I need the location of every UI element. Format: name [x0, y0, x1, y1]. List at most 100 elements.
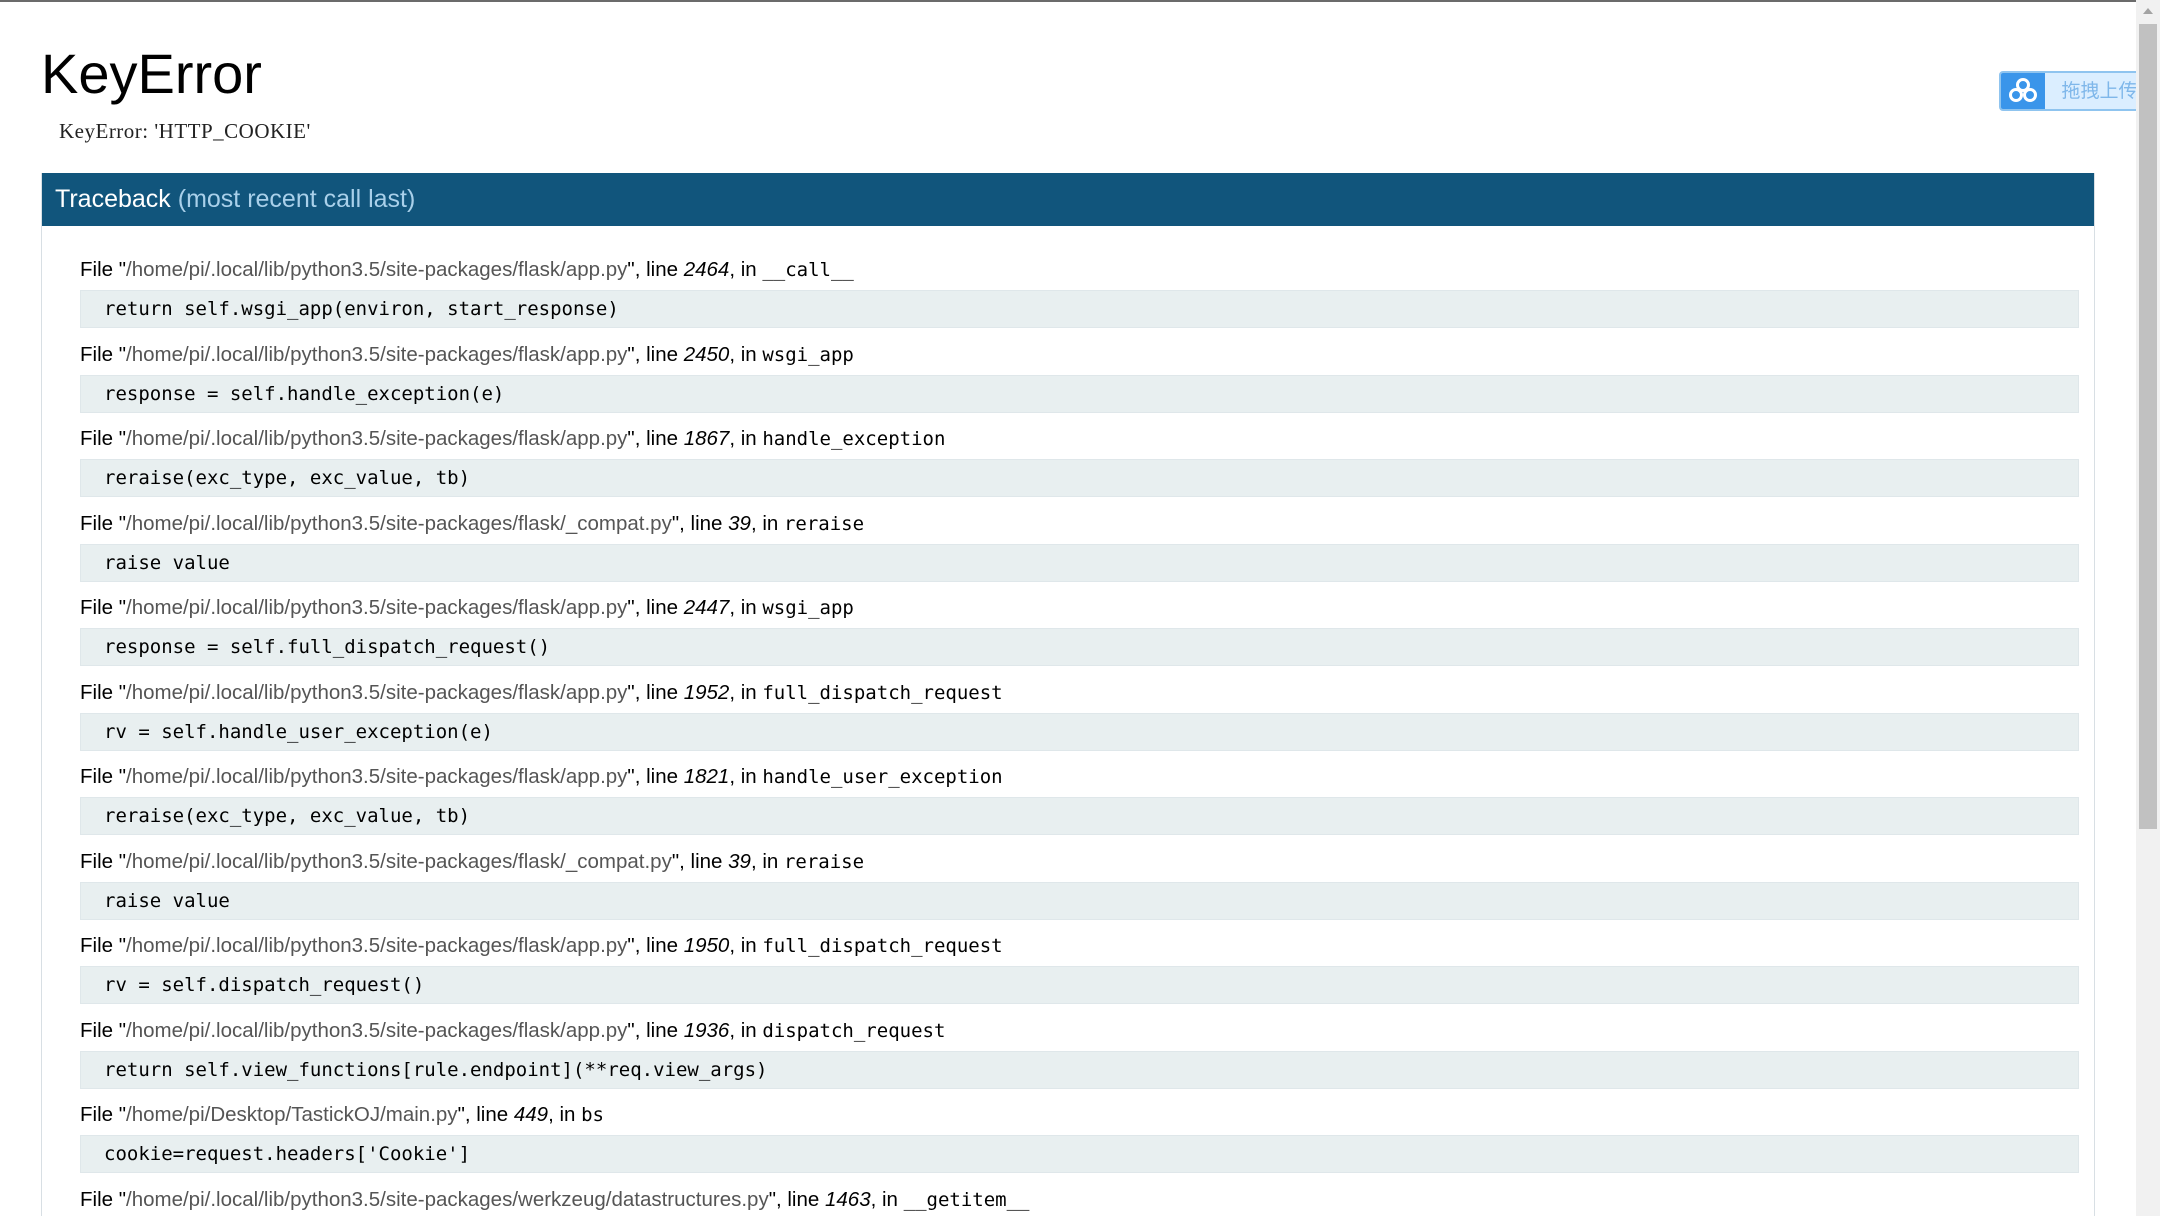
frame-code-line[interactable]: rv = self.handle_user_exception(e)	[80, 712, 2079, 751]
error-message: KeyError: 'HTTP_COOKIE'	[59, 119, 311, 143]
scroll-up-arrow-icon[interactable]	[2143, 8, 2153, 14]
quote-close: "	[627, 765, 635, 788]
frame-line-number: 39	[728, 511, 751, 535]
frame-file-path[interactable]: /home/pi/.local/lib/python3.5/site-packa…	[126, 850, 672, 873]
frame-location: File "/home/pi/.local/lib/python3.5/site…	[80, 759, 2079, 795]
frame-line-number: 1950	[683, 934, 730, 957]
quote-open: "	[118, 765, 127, 788]
frame-function-name: handle_user_exception	[762, 766, 1003, 788]
line-word: , line	[464, 1103, 514, 1126]
in-word: , in	[729, 1018, 763, 1042]
frame-function-name: full_dispatch_request	[762, 935, 1003, 957]
frame-location: File "/home/pi/.local/lib/python3.5/site…	[80, 844, 2079, 880]
frame-location: File "/home/pi/.local/lib/python3.5/site…	[80, 337, 2079, 373]
frame-file-path[interactable]: /home/pi/.local/lib/python3.5/site-packa…	[126, 1019, 627, 1042]
traceback-frame: File "/home/pi/.local/lib/python3.5/site…	[80, 337, 2079, 422]
quote-close: "	[627, 680, 635, 704]
frame-code-line[interactable]: response = self.handle_exception(e)	[80, 374, 2079, 413]
frame-line-number: 39	[728, 849, 751, 873]
frame-file-path[interactable]: /home/pi/.local/lib/python3.5/site-packa…	[126, 934, 627, 957]
line-word: , line	[679, 511, 729, 535]
frame-file-path[interactable]: /home/pi/.local/lib/python3.5/site-packa…	[126, 427, 627, 450]
frame-file-path[interactable]: /home/pi/.local/lib/python3.5/site-packa…	[126, 258, 627, 281]
frame-code-line[interactable]: response = self.full_dispatch_request()	[80, 628, 2079, 666]
frame-location: File "/home/pi/.local/lib/python3.5/site…	[80, 675, 2079, 711]
frame-file-path[interactable]: /home/pi/.local/lib/python3.5/site-packa…	[126, 1188, 769, 1211]
quote-open: "	[118, 427, 127, 450]
frame-function-name: wsgi_app	[762, 343, 854, 366]
frame-function-name: reraise	[783, 850, 865, 873]
frame-file-path[interactable]: /home/pi/.local/lib/python3.5/site-packa…	[126, 512, 672, 535]
file-word: File	[80, 342, 119, 366]
frame-code-line[interactable]: raise value	[80, 543, 2079, 582]
frame-file-path[interactable]: /home/pi/.local/lib/python3.5/site-packa…	[126, 765, 627, 788]
traceback-frame: File "/home/pi/.local/lib/python3.5/site…	[80, 506, 2079, 591]
file-word: File	[80, 934, 119, 957]
frame-function-name: handle_exception	[762, 428, 946, 450]
traceback-frames: File "/home/pi/.local/lib/python3.5/site…	[80, 252, 2079, 1216]
scrollbar-thumb[interactable]	[2139, 24, 2157, 829]
quote-open: "	[118, 1018, 127, 1042]
in-word: , in	[548, 1103, 582, 1126]
frame-line-number: 1821	[683, 765, 730, 788]
in-word: , in	[729, 342, 763, 366]
in-word: , in	[750, 849, 784, 873]
in-word: , in	[729, 258, 763, 281]
frame-code-line[interactable]: rv = self.dispatch_request()	[80, 966, 2079, 1004]
frame-location: File "/home/pi/.local/lib/python3.5/site…	[80, 506, 2079, 542]
traceback-frame: File "/home/pi/.local/lib/python3.5/site…	[80, 675, 2079, 760]
frame-function-name: dispatch_request	[762, 1019, 946, 1042]
frame-code-line[interactable]: reraise(exc_type, exc_value, tb)	[80, 797, 2079, 835]
frame-code-line[interactable]: cookie=request.headers['Cookie']	[80, 1135, 2079, 1173]
frame-code-line[interactable]: reraise(exc_type, exc_value, tb)	[80, 459, 2079, 497]
frame-location: File "/home/pi/.local/lib/python3.5/site…	[80, 928, 2079, 964]
frame-file-path[interactable]: /home/pi/.local/lib/python3.5/site-packa…	[126, 596, 627, 619]
in-word: , in	[729, 934, 763, 957]
quote-close: "	[627, 258, 635, 281]
quote-open: "	[118, 511, 127, 535]
frame-location: File "/home/pi/.local/lib/python3.5/site…	[80, 590, 2079, 626]
frame-line-number: 1463	[824, 1187, 871, 1211]
quote-open: "	[118, 934, 127, 957]
frame-line-number: 449	[513, 1103, 549, 1126]
line-word: , line	[679, 849, 729, 873]
traceback-panel: Traceback (most recent call last) File "…	[41, 173, 2095, 1216]
frame-location: File "/home/pi/Desktop/TastickOJ/main.py…	[80, 1097, 2079, 1133]
frame-location: File "/home/pi/.local/lib/python3.5/site…	[80, 1182, 2079, 1216]
in-word: , in	[729, 596, 763, 619]
traceback-frame: File "/home/pi/.local/lib/python3.5/site…	[80, 421, 2079, 506]
frame-code-line[interactable]: return self.wsgi_app(environ, start_resp…	[80, 290, 2079, 328]
traceback-header-sub: (most recent call last)	[177, 185, 416, 213]
quote-close: "	[627, 934, 635, 957]
file-word: File	[80, 258, 119, 281]
in-word: , in	[870, 1187, 904, 1211]
line-word: , line	[634, 765, 684, 788]
line-word: , line	[775, 1187, 825, 1211]
drag-upload-button[interactable]: 拖拽上传	[1999, 71, 2156, 111]
frame-code-line[interactable]: raise value	[80, 881, 2079, 920]
line-word: , line	[634, 1018, 684, 1042]
frame-code-line[interactable]: return self.view_functions[rule.endpoint…	[80, 1050, 2079, 1089]
frame-file-path[interactable]: /home/pi/.local/lib/python3.5/site-packa…	[126, 343, 627, 366]
traceback-frame: File "/home/pi/.local/lib/python3.5/site…	[80, 844, 2079, 929]
error-title: KeyError	[41, 42, 262, 105]
frame-file-path[interactable]: /home/pi/Desktop/TastickOJ/main.py	[126, 1103, 458, 1126]
file-word: File	[80, 1187, 119, 1211]
frame-line-number: 1952	[683, 680, 730, 704]
frame-location: File "/home/pi/.local/lib/python3.5/site…	[80, 421, 2079, 457]
traceback-header-label: Traceback	[55, 185, 171, 213]
vertical-scrollbar[interactable]	[2136, 0, 2160, 1216]
traceback-frame: File "/home/pi/.local/lib/python3.5/site…	[80, 928, 2079, 1013]
quote-close: "	[627, 427, 635, 450]
baidu-cloud-icon	[2001, 73, 2045, 109]
window-top-border	[0, 0, 2160, 2]
quote-close: "	[768, 1187, 776, 1211]
file-word: File	[80, 1018, 119, 1042]
file-word: File	[80, 511, 119, 535]
frame-line-number: 2464	[683, 258, 730, 281]
frame-file-path[interactable]: /home/pi/.local/lib/python3.5/site-packa…	[126, 681, 627, 704]
frame-function-name: __call__	[762, 259, 854, 281]
frame-location: File "/home/pi/.local/lib/python3.5/site…	[80, 252, 2079, 288]
traceback-frame: File "/home/pi/.local/lib/python3.5/site…	[80, 1013, 2079, 1098]
frame-function-name: full_dispatch_request	[762, 681, 1003, 704]
